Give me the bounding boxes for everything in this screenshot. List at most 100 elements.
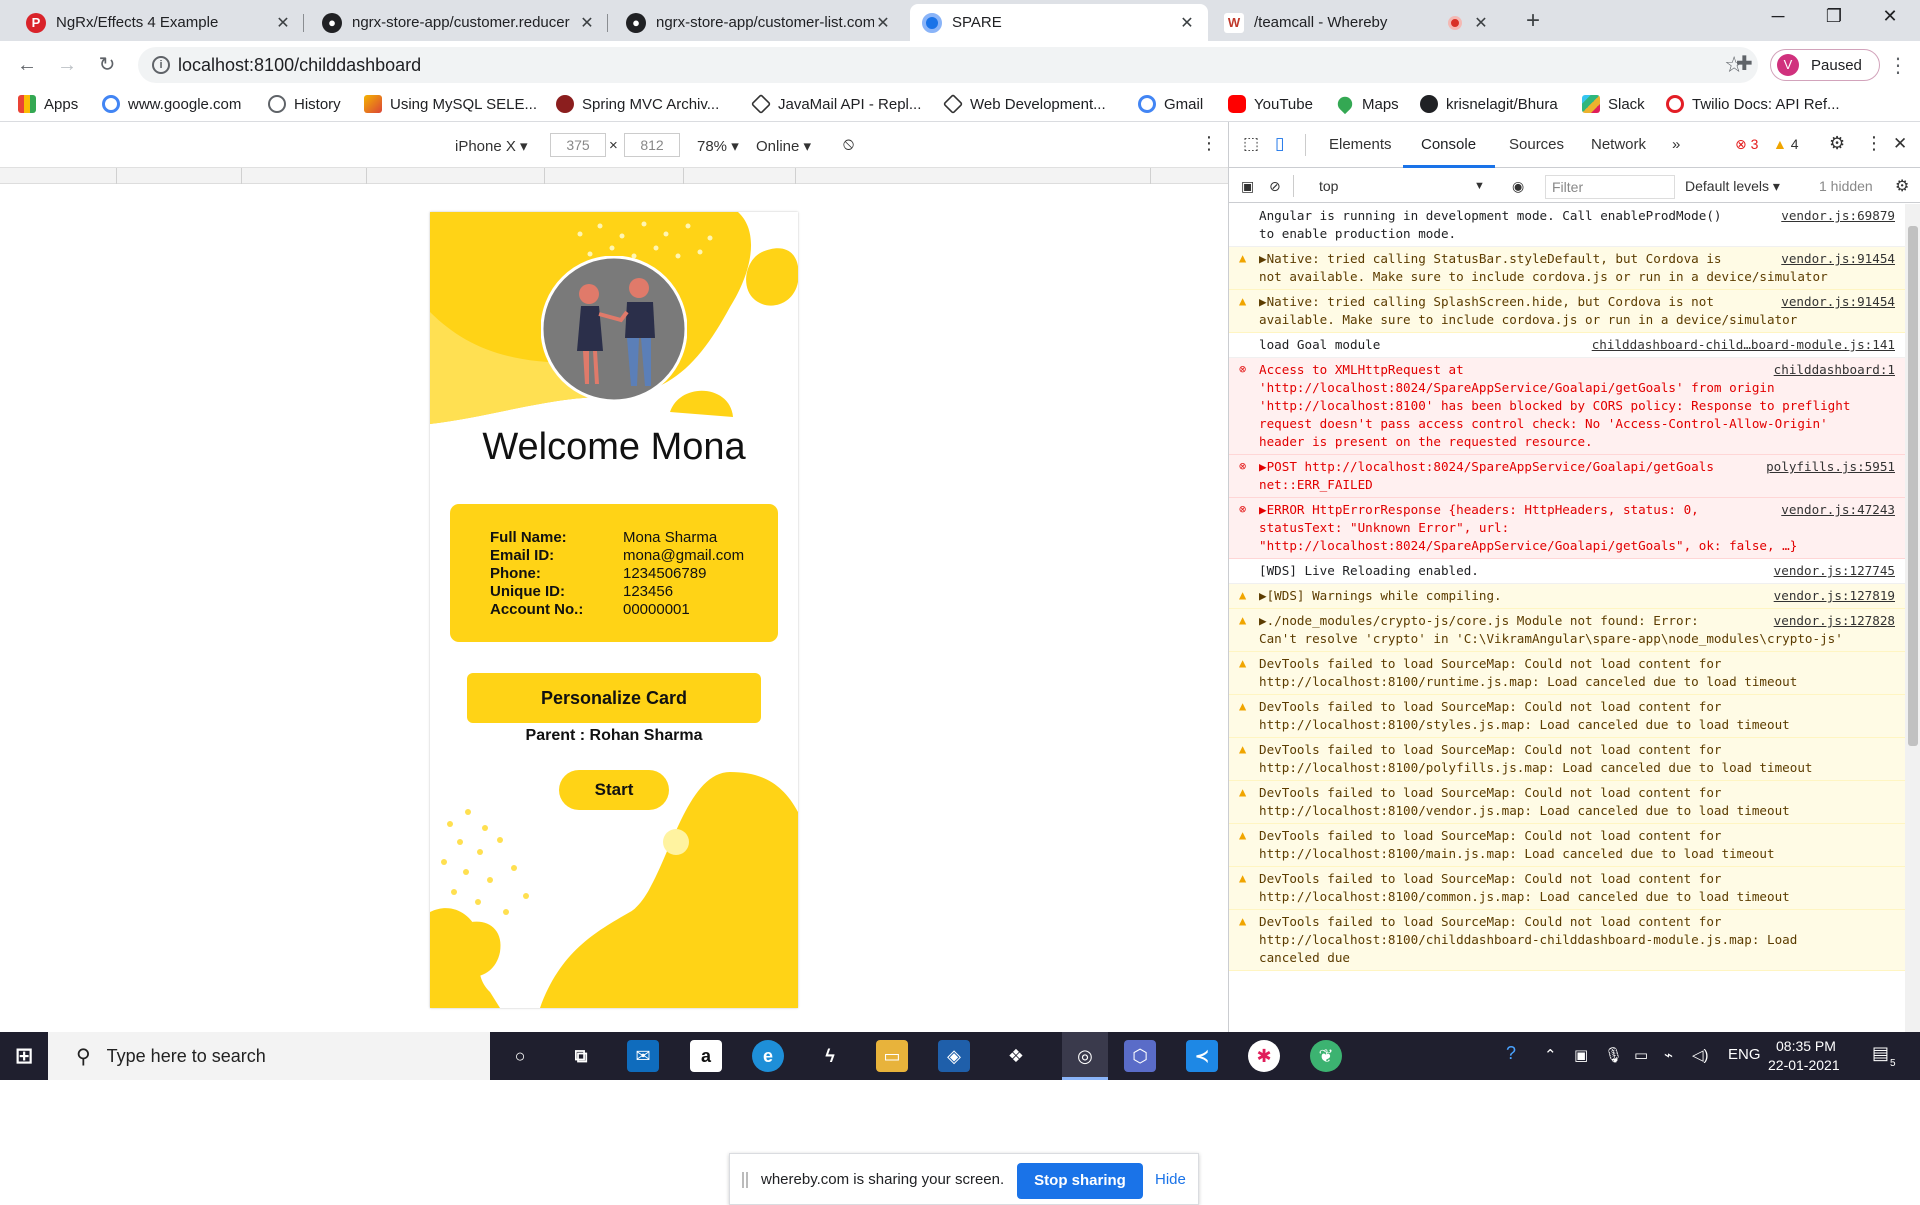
- edge-icon[interactable]: e: [752, 1040, 784, 1072]
- window-close-button[interactable]: ✕: [1870, 6, 1910, 34]
- context-chevron-icon[interactable]: ▼: [1474, 180, 1485, 192]
- battery-icon[interactable]: ▭: [1634, 1046, 1648, 1064]
- task-view-icon[interactable]: ⧉: [565, 1040, 597, 1072]
- console-message[interactable]: ⊗ vendor.js:47243 ▶ERROR HttpErrorResponse…: [1229, 498, 1905, 559]
- network-select[interactable]: Online ▾: [756, 137, 811, 155]
- clock-date[interactable]: 22-01-2021: [1768, 1057, 1840, 1073]
- device-icon[interactable]: ▣: [1574, 1046, 1588, 1064]
- message-source-link[interactable]: vendor.js:127819: [1774, 587, 1895, 605]
- message-source-link[interactable]: polyfills.js:5951: [1766, 458, 1895, 476]
- tab-sources[interactable]: Sources: [1509, 136, 1564, 153]
- device-toggle-icon[interactable]: ▯: [1275, 134, 1284, 154]
- url-text[interactable]: localhost:8100/childdashboard: [178, 55, 421, 76]
- message-source-link[interactable]: vendor.js:91454: [1781, 293, 1895, 311]
- bookmark-apps[interactable]: Apps: [18, 95, 78, 113]
- log-levels-select[interactable]: Default levels ▾: [1685, 178, 1780, 195]
- reload-button[interactable]: ↻: [94, 53, 120, 79]
- width-input[interactable]: 375: [550, 133, 606, 157]
- live-expression-eye-icon[interactable]: ◉: [1512, 178, 1524, 195]
- amazon-icon[interactable]: a: [690, 1040, 722, 1072]
- console-message[interactable]: ▲ vendor.js:91454 ▶Native: tried calling S…: [1229, 247, 1905, 290]
- close-icon[interactable]: ✕: [1178, 13, 1196, 33]
- console-message[interactable]: ▲ DevTools failed to load SourceMap: Coul…: [1229, 824, 1905, 867]
- console-message[interactable]: vendor.js:69879 Angular is running in dev…: [1229, 204, 1905, 247]
- bookmark-spring[interactable]: Spring MVC Archiv...: [556, 95, 719, 113]
- extensions-puzzle-icon[interactable]: ✚: [1736, 51, 1753, 76]
- tab-console[interactable]: Console: [1421, 136, 1476, 153]
- console-message[interactable]: vendor.js:127745 [WDS] Live Reloading ena…: [1229, 559, 1905, 584]
- forward-button[interactable]: →: [54, 53, 80, 79]
- kebab-menu-icon[interactable]: ⋮: [1888, 53, 1908, 78]
- console-scrollbar[interactable]: [1905, 204, 1920, 1032]
- message-source-link[interactable]: vendor.js:127745: [1774, 562, 1895, 580]
- message-source-link[interactable]: vendor.js:69879: [1781, 207, 1895, 225]
- tab-ngrx-effects[interactable]: P NgRx/Effects 4 Example ✕: [14, 4, 304, 41]
- vscode-icon[interactable]: ≺: [1186, 1040, 1218, 1072]
- sidebar-toggle-icon[interactable]: ▣: [1241, 178, 1254, 195]
- device-kebab-icon[interactable]: ⋮: [1200, 133, 1218, 154]
- console-message[interactable]: ▲ DevTools failed to load SourceMap: Coul…: [1229, 695, 1905, 738]
- message-source-link[interactable]: childdashboard:1: [1774, 361, 1895, 379]
- bookmark-github[interactable]: krisnelagit/Bhura: [1420, 95, 1558, 113]
- windows-start-icon[interactable]: ⊞: [8, 1040, 40, 1072]
- tray-chevron-icon[interactable]: ⌃: [1544, 1046, 1557, 1064]
- console-message[interactable]: childdashboard-child…board-module.js:141…: [1229, 333, 1905, 358]
- language-indicator[interactable]: ENG: [1728, 1046, 1761, 1063]
- close-icon[interactable]: ✕: [274, 13, 292, 33]
- bookmark-twilio[interactable]: Twilio Docs: API Ref...: [1666, 95, 1840, 113]
- devtools-kebab-icon[interactable]: ⋮: [1865, 133, 1883, 154]
- network-icon[interactable]: ⌁: [1664, 1046, 1673, 1064]
- console-message[interactable]: ⊗ polyfills.js:5951 ▶POST http://localhost…: [1229, 455, 1905, 498]
- tab-whereby[interactable]: W /teamcall - Whereby ✕: [1212, 4, 1502, 41]
- settings-gear-icon[interactable]: ⚙: [1829, 133, 1845, 154]
- mail-icon[interactable]: ✉: [627, 1040, 659, 1072]
- message-source-link[interactable]: childdashboard-child…board-module.js:141: [1592, 336, 1895, 354]
- message-source-link[interactable]: vendor.js:91454: [1781, 250, 1895, 268]
- back-button[interactable]: ←: [14, 53, 40, 79]
- console-message[interactable]: ▲ vendor.js:127819 ▶[WDS] Warnings while c…: [1229, 584, 1905, 609]
- address-bar[interactable]: i localhost:8100/childdashboard ☆: [138, 47, 1758, 83]
- console-message[interactable]: ▲ DevTools failed to load SourceMap: Coul…: [1229, 867, 1905, 910]
- inspect-element-icon[interactable]: ⬚: [1243, 134, 1259, 154]
- console-message[interactable]: ⊗ childdashboard:1 Access to XMLHttpReques…: [1229, 358, 1905, 455]
- console-message[interactable]: ▲ DevTools failed to load SourceMap: Coul…: [1229, 781, 1905, 824]
- zoom-select[interactable]: 78% ▾: [697, 137, 739, 155]
- bookmark-google[interactable]: www.google.com: [102, 95, 241, 113]
- microphone-icon[interactable]: 🎙: [1604, 1046, 1623, 1064]
- hide-button[interactable]: Hide: [1155, 1171, 1186, 1188]
- drag-handle-icon[interactable]: [742, 1172, 748, 1188]
- cortana-icon[interactable]: ○: [504, 1040, 536, 1072]
- bookmark-slack[interactable]: Slack: [1582, 95, 1645, 113]
- taskbar-search-box[interactable]: ⚲ Type here to search: [48, 1032, 490, 1080]
- tab-customer-list[interactable]: ● ngrx-store-app/customer-list.com ✕: [614, 4, 904, 41]
- personalize-card-button[interactable]: Personalize Card: [467, 673, 761, 723]
- bookmark-mysql[interactable]: Using MySQL SELE...: [364, 95, 537, 113]
- scrollbar-thumb[interactable]: [1908, 226, 1918, 746]
- notifications-icon[interactable]: ▤: [1872, 1043, 1889, 1064]
- close-icon[interactable]: ✕: [874, 13, 892, 33]
- console-message[interactable]: ▲ DevTools failed to load SourceMap: Coul…: [1229, 652, 1905, 695]
- console-settings-gear-icon[interactable]: ⚙: [1895, 176, 1909, 196]
- tab-customer-reducer[interactable]: ● ngrx-store-app/customer.reducer ✕: [310, 4, 608, 41]
- height-input[interactable]: 812: [624, 133, 680, 157]
- error-counter[interactable]: ⊗ 3: [1735, 136, 1758, 153]
- new-tab-button[interactable]: +: [1519, 8, 1547, 36]
- chrome-taskbar-icon[interactable]: ◎: [1062, 1032, 1108, 1080]
- stop-sharing-button[interactable]: Stop sharing: [1017, 1163, 1143, 1199]
- bookmark-webdev[interactable]: Web Development...: [942, 93, 1106, 115]
- more-tabs-icon[interactable]: »: [1672, 136, 1680, 153]
- tab-elements[interactable]: Elements: [1329, 136, 1392, 153]
- info-icon[interactable]: i: [152, 56, 170, 74]
- tab-network[interactable]: Network: [1591, 136, 1646, 153]
- dropbox-icon[interactable]: ❖: [1000, 1040, 1032, 1072]
- maximize-button[interactable]: ❐: [1814, 6, 1854, 34]
- slack-taskbar-icon[interactable]: ✱: [1248, 1040, 1280, 1072]
- mysql-workbench-icon[interactable]: ◈: [938, 1040, 970, 1072]
- file-explorer-icon[interactable]: ▭: [876, 1040, 908, 1072]
- device-select[interactable]: iPhone X ▾: [455, 137, 528, 155]
- bookmark-javamail[interactable]: JavaMail API - Repl...: [750, 93, 921, 115]
- volume-icon[interactable]: ◁): [1692, 1046, 1709, 1064]
- minimize-button[interactable]: ─: [1758, 6, 1798, 34]
- tab-spare[interactable]: SPARE ✕: [910, 4, 1208, 41]
- close-icon[interactable]: ✕: [578, 13, 596, 33]
